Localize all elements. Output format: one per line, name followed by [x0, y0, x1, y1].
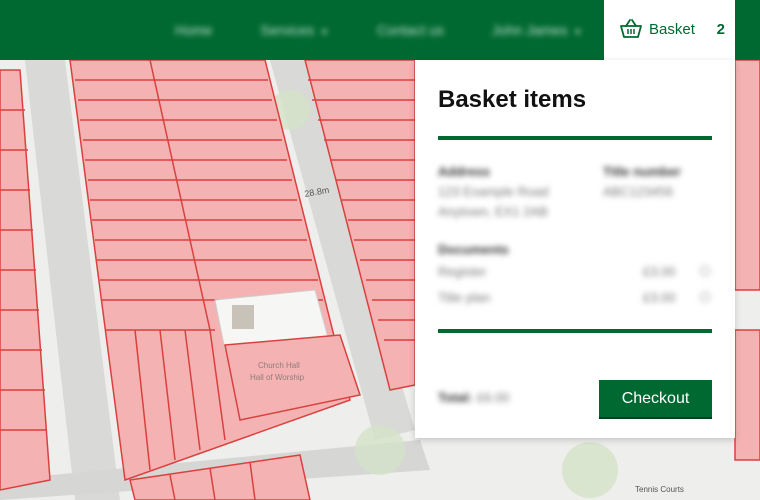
total-label: Total: [438, 390, 473, 405]
nav-home[interactable]: Home [175, 22, 212, 38]
remove-icon[interactable] [700, 292, 710, 302]
building-label-2: Hall of Worship [250, 373, 305, 382]
document-price: £3.00 [643, 264, 676, 279]
address-line-2: Anytown, EX1 2AB [438, 204, 548, 219]
documents-label: Documents [438, 242, 509, 257]
nav-account[interactable]: John James ▼ [492, 22, 582, 38]
basket-count-badge: 2 [716, 21, 725, 38]
main-nav: Home Services ▼ Contact us John James ▼ [175, 0, 630, 60]
title-number-value: ABC123456 [603, 184, 674, 199]
nav-contact[interactable]: Contact us [377, 22, 444, 38]
remove-icon[interactable] [700, 266, 710, 276]
top-nav-bar: Home Services ▼ Contact us John James ▼ Ba… [0, 0, 760, 60]
basket-label: Basket [649, 21, 695, 38]
title-number-label: Title number [603, 164, 681, 179]
basket-icon [620, 19, 642, 38]
divider [438, 136, 712, 140]
basket-dropdown: Basket items Address 123 Example Road An… [415, 60, 735, 438]
basket-tab[interactable]: Basket 2 [604, 0, 735, 60]
document-price: £3.00 [643, 290, 676, 305]
building-label-1: Church Hall [258, 361, 300, 370]
chevron-down-icon: ▼ [320, 27, 329, 37]
chevron-down-icon: ▼ [573, 27, 583, 37]
court-label: Tennis Courts [635, 485, 684, 494]
document-name: Register [438, 264, 487, 279]
divider [438, 329, 712, 333]
address-line-1: 123 Example Road [438, 184, 549, 199]
total-value: £6.00 [477, 390, 510, 405]
address-label: Address [438, 164, 491, 179]
panel-title: Basket items [438, 86, 587, 113]
checkout-button[interactable]: Checkout [599, 380, 712, 417]
document-name: Title plan [438, 290, 491, 305]
nav-services[interactable]: Services ▼ [260, 22, 329, 38]
